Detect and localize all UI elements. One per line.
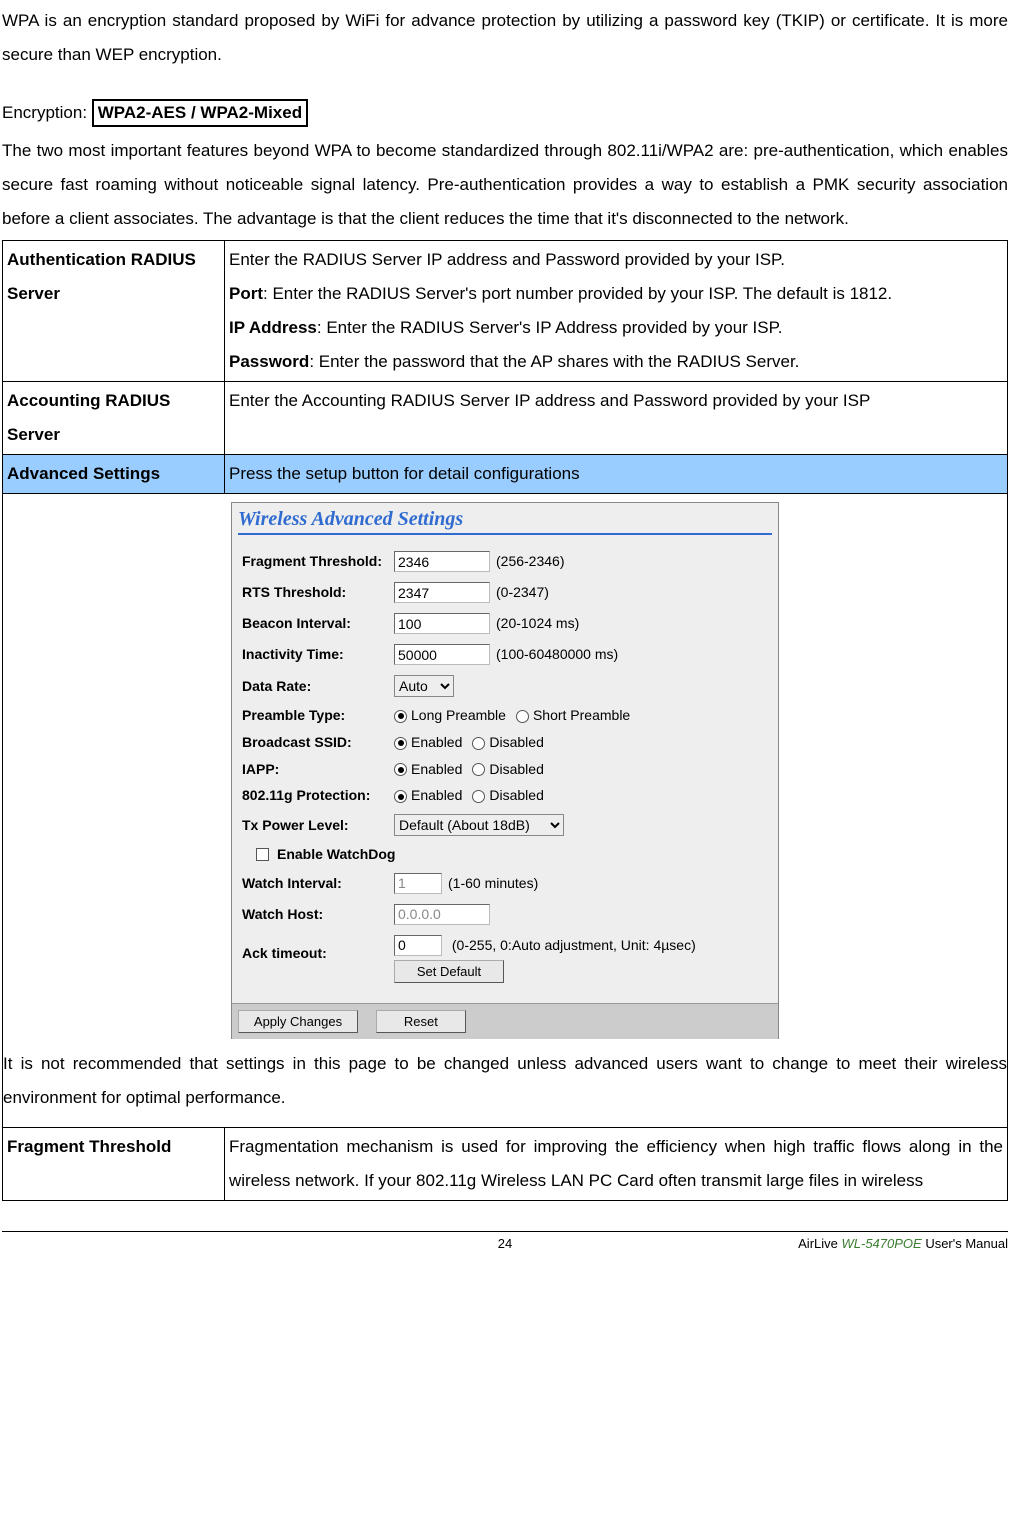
settings-description-table: Authentication RADIUS Server Enter the R…	[2, 240, 1008, 1201]
auth-port-t: : Enter the RADIUS Server's port number …	[263, 284, 892, 303]
auth-line1: Enter the RADIUS Server IP address and P…	[229, 250, 785, 269]
radio-icon	[394, 763, 407, 776]
advanced-settings-desc: Press the setup button for detail config…	[225, 455, 1008, 494]
advanced-settings-panel-cell: Wireless Advanced Settings Fragment Thre…	[3, 494, 1008, 1128]
rts-threshold-hint: (0-2347)	[496, 584, 549, 601]
radio-icon	[472, 763, 485, 776]
auth-radius-desc: Enter the RADIUS Server IP address and P…	[225, 241, 1008, 382]
acct-radius-label: Accounting RADIUS Server	[3, 382, 225, 455]
auth-radius-label: Authentication RADIUS Server	[3, 241, 225, 382]
page-footer: 24 AirLive WL-5470POE User's Manual	[0, 1231, 1010, 1262]
iapp-label: IAPP:	[242, 761, 394, 778]
radio-icon	[472, 790, 485, 803]
footer-right: AirLive WL-5470POE User's Manual	[798, 1236, 1008, 1252]
enable-watchdog-label: Enable WatchDog	[277, 846, 396, 863]
apply-changes-button[interactable]: Apply Changes	[238, 1010, 358, 1033]
rts-threshold-label: RTS Threshold:	[242, 584, 394, 601]
watch-interval-hint: (1-60 minutes)	[448, 875, 538, 892]
wireless-advanced-settings-panel: Wireless Advanced Settings Fragment Thre…	[231, 502, 779, 1039]
rts-threshold-input[interactable]	[394, 582, 490, 603]
inactivity-time-hint: (100-60480000 ms)	[496, 646, 618, 663]
intro-paragraph-1: WPA is an encryption standard proposed b…	[2, 4, 1008, 72]
auth-pw-t: : Enter the password that the AP shares …	[309, 352, 799, 371]
radio-icon	[472, 737, 485, 750]
preamble-type-label: Preamble Type:	[242, 707, 394, 724]
broadcast-ssid-label: Broadcast SSID:	[242, 734, 394, 751]
after-panel-paragraph: It is not recommended that settings in t…	[3, 1047, 1007, 1115]
broadcast-ssid-enabled-radio[interactable]: Enabled	[394, 734, 462, 751]
table-row: Fragment Threshold Fragmentation mechani…	[3, 1127, 1008, 1200]
auth-pw-b: Password	[229, 352, 309, 371]
table-row: Wireless Advanced Settings Fragment Thre…	[3, 494, 1008, 1128]
beacon-interval-label: Beacon Interval:	[242, 615, 394, 632]
footer-divider	[2, 1231, 1008, 1232]
advanced-settings-label: Advanced Settings	[3, 455, 225, 494]
ack-timeout-label: Ack timeout:	[242, 935, 394, 962]
protection-disabled-radio[interactable]: Disabled	[472, 787, 543, 804]
encryption-box-label: WPA2-AES / WPA2-Mixed	[92, 99, 308, 127]
iapp-enabled-radio[interactable]: Enabled	[394, 761, 462, 778]
page-number: 24	[498, 1236, 512, 1252]
protection-label: 802.11g Protection:	[242, 787, 394, 804]
ack-timeout-hint: (0-255, 0:Auto adjustment, Unit: 4µsec)	[452, 937, 696, 953]
iapp-disabled-radio[interactable]: Disabled	[472, 761, 543, 778]
beacon-interval-input[interactable]	[394, 613, 490, 634]
fragment-threshold-label: Fragment Threshold	[3, 1127, 225, 1200]
tx-power-select[interactable]: Default (About 18dB)	[394, 814, 564, 836]
radio-icon	[394, 790, 407, 803]
intro-paragraph-2: The two most important features beyond W…	[2, 134, 1008, 236]
broadcast-ssid-disabled-radio[interactable]: Disabled	[472, 734, 543, 751]
data-rate-label: Data Rate:	[242, 678, 394, 695]
panel-title: Wireless Advanced Settings	[238, 508, 463, 530]
set-default-button[interactable]: Set Default	[394, 960, 504, 983]
radio-icon	[516, 710, 529, 723]
radio-icon	[394, 737, 407, 750]
radio-icon	[394, 710, 407, 723]
acct-radius-desc: Enter the Accounting RADIUS Server IP ad…	[225, 382, 1008, 455]
auth-ip-t: : Enter the RADIUS Server's IP Address p…	[317, 318, 783, 337]
table-row: Authentication RADIUS Server Enter the R…	[3, 241, 1008, 382]
panel-button-row: Apply Changes Reset	[232, 1003, 778, 1039]
watch-host-input[interactable]	[394, 904, 490, 925]
preamble-long-radio[interactable]: Long Preamble	[394, 707, 506, 724]
inactivity-time-input[interactable]	[394, 644, 490, 665]
panel-title-bar: Wireless Advanced Settings	[232, 503, 778, 537]
preamble-short-radio[interactable]: Short Preamble	[516, 707, 630, 724]
tx-power-label: Tx Power Level:	[242, 817, 394, 834]
reset-button[interactable]: Reset	[376, 1010, 466, 1033]
ack-timeout-input[interactable]	[394, 935, 442, 956]
frag-threshold-label: Fragment Threshold:	[242, 553, 394, 570]
watch-interval-input[interactable]	[394, 873, 442, 894]
watch-host-label: Watch Host:	[242, 906, 394, 923]
panel-underline	[238, 533, 772, 535]
fragment-threshold-desc: Fragmentation mechanism is used for impr…	[225, 1127, 1008, 1200]
encryption-prefix: Encryption:	[2, 103, 92, 122]
frag-threshold-input[interactable]	[394, 551, 490, 572]
table-row: Accounting RADIUS Server Enter the Accou…	[3, 382, 1008, 455]
watch-interval-label: Watch Interval:	[242, 875, 394, 892]
auth-ip-b: IP Address	[229, 318, 317, 337]
footer-product: WL-5470POE	[842, 1236, 922, 1251]
enable-watchdog-checkbox[interactable]	[256, 848, 269, 861]
protection-enabled-radio[interactable]: Enabled	[394, 787, 462, 804]
auth-port-b: Port	[229, 284, 263, 303]
inactivity-time-label: Inactivity Time:	[242, 646, 394, 663]
table-row-highlight: Advanced Settings Press the setup button…	[3, 455, 1008, 494]
data-rate-select[interactable]: Auto	[394, 675, 454, 697]
frag-threshold-hint: (256-2346)	[496, 553, 565, 570]
beacon-interval-hint: (20-1024 ms)	[496, 615, 579, 632]
encryption-line: Encryption: WPA2-AES / WPA2-Mixed	[2, 96, 1008, 130]
